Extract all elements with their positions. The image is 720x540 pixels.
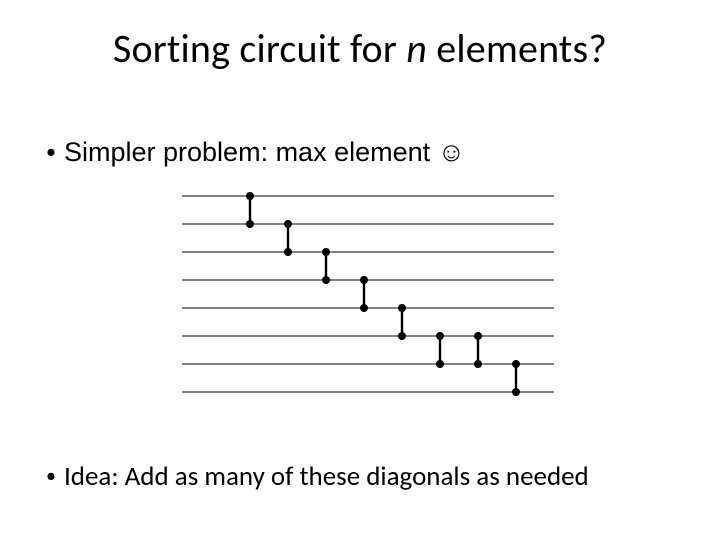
comparator-endpoint [322,276,330,284]
bullet-list-top: • Simpler problem: max element ☺ [46,136,686,170]
bullet-item: • Idea: Add as many of these diagonals a… [46,460,686,494]
bullet-text-top: Simpler problem: max element ☺ [64,136,686,170]
slide: Sorting circuit for n elements? • Simple… [0,0,720,540]
comparator-endpoint [360,276,368,284]
bullet-list-bottom: • Idea: Add as many of these diagonals a… [46,460,686,494]
title-italic-n: n [406,24,427,73]
comparator-endpoint [474,360,482,368]
slide-title: Sorting circuit for n elements? [0,24,720,73]
comparator-endpoint [322,248,330,256]
comparator-endpoint [436,360,444,368]
bullet-item: • Simpler problem: max element ☺ [46,136,686,170]
title-prefix: Sorting circuit for [113,24,406,73]
bullet-dot-icon: • [46,136,64,168]
title-suffix: elements? [427,24,607,73]
comparator-endpoint [436,332,444,340]
comparator-endpoint [284,220,292,228]
comparator-endpoint [398,304,406,312]
comparator-endpoint [284,248,292,256]
comparator-endpoint [512,360,520,368]
comparator-endpoint [246,192,254,200]
bullet-text-bottom: Idea: Add as many of these diagonals as … [64,460,686,494]
comparator-endpoint [398,332,406,340]
comparator-endpoint [246,220,254,228]
sorting-network-diagram [178,188,558,420]
comparator-endpoint [360,304,368,312]
comparator-endpoint [474,332,482,340]
bullet-dot-icon: • [46,460,64,492]
sorting-network-svg [178,188,558,420]
comparator-endpoint [512,388,520,396]
